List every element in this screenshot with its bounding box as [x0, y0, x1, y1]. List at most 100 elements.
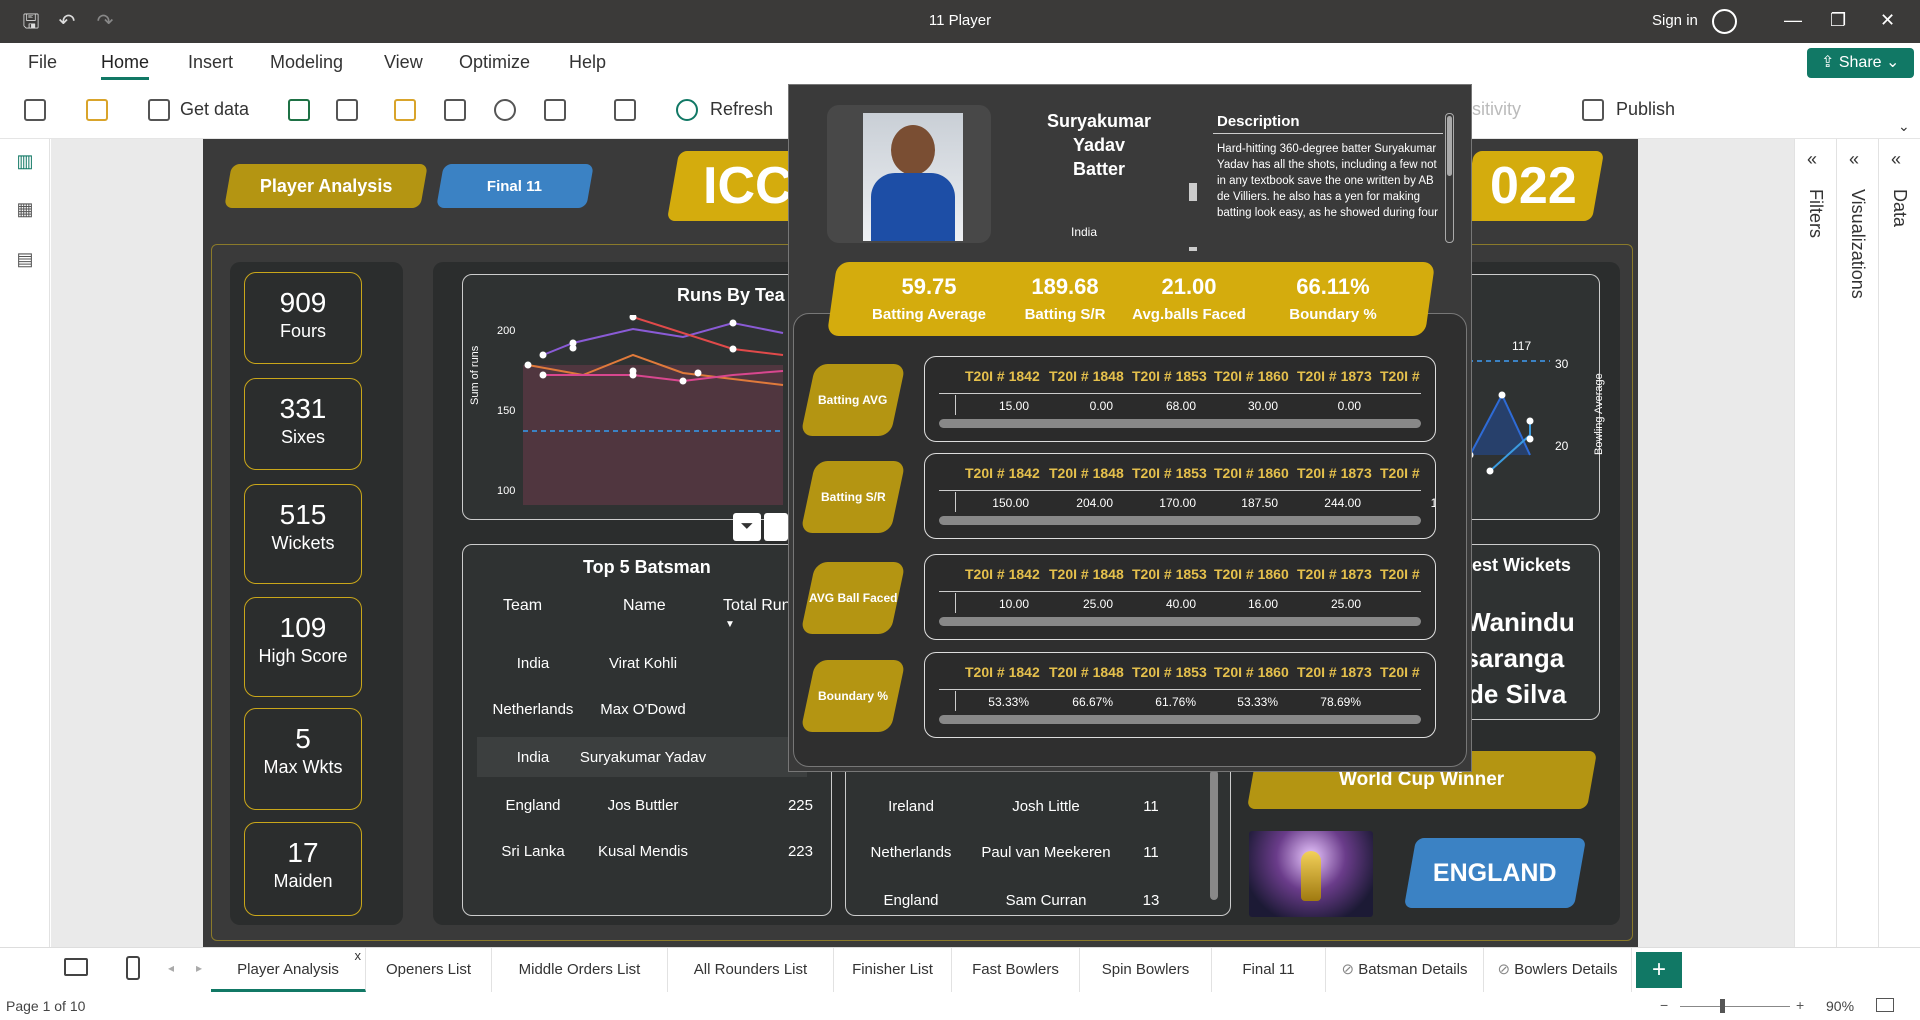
paste-icon[interactable] [24, 99, 46, 121]
collapse-data-icon[interactable]: « [1891, 149, 1901, 170]
collapse-visualizations-icon[interactable]: « [1849, 149, 1859, 170]
column-header[interactable]: Total Run [723, 597, 791, 615]
table-cell[interactable]: Max O'Dowd [563, 701, 723, 718]
collapse-ribbon-icon[interactable]: ⌄ [1898, 118, 1910, 135]
fit-to-page-icon[interactable] [1876, 998, 1894, 1012]
menu-view[interactable]: View [384, 52, 423, 73]
filter-icon[interactable]: ⏷ [733, 513, 761, 541]
description-scrollbar[interactable] [1445, 113, 1454, 243]
page-tab[interactable]: Player Analysis x [211, 948, 366, 992]
menu-file[interactable]: File [28, 52, 57, 73]
final11-nav-button[interactable]: Final 11 [436, 164, 594, 208]
bowlers-table[interactable]: Ireland Josh Little 11 Netherlands Paul van … [845, 770, 1231, 916]
menu-help[interactable]: Help [569, 52, 606, 73]
zoom-slider[interactable] [1680, 1006, 1790, 1007]
axis-tick [955, 395, 956, 415]
recent-sources-icon[interactable] [544, 99, 566, 121]
model-view-icon[interactable]: ▤ [14, 249, 36, 269]
zoom-out-icon[interactable]: − [1660, 997, 1668, 1013]
report-view-icon[interactable]: ▥ [14, 151, 36, 171]
table-cell[interactable]: 11 [1116, 844, 1186, 861]
restore-icon[interactable]: ❐ [1830, 10, 1846, 31]
sql-icon[interactable] [394, 99, 416, 121]
player-name-line: Wanindu [1466, 607, 1575, 637]
sort-desc-icon[interactable]: ▼ [725, 619, 735, 630]
match-values-card[interactable]: T20I # 1842 150.00 T20I # 1848 204.00 T20I #… [924, 453, 1436, 539]
minimize-icon[interactable]: — [1784, 10, 1802, 31]
database-icon[interactable] [148, 99, 170, 121]
close-icon[interactable]: ✕ [1880, 10, 1895, 31]
column-header[interactable]: Name [623, 597, 666, 615]
focus-mode-icon[interactable] [764, 513, 788, 541]
visualizations-pane[interactable]: « Visualizations [1836, 139, 1878, 947]
datahub-icon[interactable] [336, 99, 358, 121]
table-cell[interactable]: 13 [1116, 892, 1186, 909]
page-tab[interactable]: Finisher List [834, 948, 952, 992]
match-values-card[interactable]: T20I # 1842 15.00 T20I # 1848 0.00 T20I # 18… [924, 356, 1436, 442]
page-tab[interactable]: Final 11 [1212, 948, 1326, 992]
table-cell[interactable]: Virat Kohli [563, 655, 723, 672]
publish-icon[interactable] [1582, 99, 1604, 121]
match-header: T20I # 1848 [1049, 566, 1124, 582]
menu-home[interactable]: Home [101, 52, 150, 80]
format-painter-icon[interactable] [86, 99, 108, 121]
avatar-icon[interactable] [1712, 9, 1737, 34]
menu-modeling[interactable]: Modeling [270, 52, 343, 73]
page-tab[interactable]: Openers List [366, 948, 492, 992]
menu-optimize[interactable]: Optimize [459, 52, 530, 73]
close-tab-icon[interactable]: x [355, 934, 362, 978]
column-header[interactable]: Team [503, 597, 542, 615]
refresh-button[interactable]: Refresh [710, 99, 773, 120]
page-tab[interactable]: Fast Bowlers [952, 948, 1080, 992]
page-tab[interactable]: Spin Bowlers [1080, 948, 1212, 992]
match-values-card[interactable]: T20I # 1842 53.33% T20I # 1848 66.67% T20I #… [924, 652, 1436, 738]
table-cell[interactable]: 11 [1116, 798, 1186, 815]
runs-by-team-chart[interactable]: Runs By Tea Sum of runs 200 150 100 [462, 274, 798, 520]
data-pane[interactable]: « Data [1878, 139, 1920, 947]
add-page-button[interactable]: + [1636, 952, 1682, 988]
table-scrollbar[interactable] [1210, 770, 1218, 900]
excel-icon[interactable] [288, 99, 310, 121]
table-view-icon[interactable]: ▦ [14, 199, 36, 219]
match-values-card[interactable]: T20I # 1842 10.00 T20I # 1848 25.00 T20I # 1… [924, 554, 1436, 640]
bowling-average-chart[interactable]: 117 30 20 Bowling Average [1450, 274, 1605, 520]
match-header: T20I # 1848 [1049, 664, 1124, 680]
horizontal-scrollbar[interactable] [939, 516, 1421, 525]
menu-insert[interactable]: Insert [188, 52, 233, 73]
publish-button[interactable]: Publish [1616, 99, 1675, 120]
enter-data-icon[interactable] [444, 99, 466, 121]
page-tab-label: Bowlers Details [1514, 961, 1618, 978]
table-cell[interactable]: Kusal Mendis [563, 843, 723, 860]
get-data-button[interactable]: Get data [180, 99, 249, 120]
page-tab[interactable]: All Rounders List [668, 948, 834, 992]
horizontal-scrollbar[interactable] [939, 419, 1421, 428]
page-tab[interactable]: Middle Orders List [492, 948, 668, 992]
share-button[interactable]: ⇪ Share ⌄ [1807, 48, 1914, 78]
player-analysis-nav-button[interactable]: Player Analysis [224, 164, 428, 208]
refresh-icon[interactable] [676, 99, 698, 121]
horizontal-scrollbar[interactable] [939, 617, 1421, 626]
tab-scroll-right-icon[interactable]: ▸ [196, 961, 202, 975]
table-cell[interactable]: 223 [713, 843, 813, 860]
table-cell[interactable]: Jos Buttler [563, 797, 723, 814]
desktop-layout-icon[interactable] [64, 958, 88, 976]
tab-scroll-left-icon[interactable]: ◂ [168, 961, 174, 975]
zoom-in-icon[interactable]: + [1796, 997, 1804, 1013]
transform-icon[interactable] [614, 99, 636, 121]
match-header: T20I # 1848 [1049, 465, 1124, 481]
top5-batsman-table[interactable]: Top 5 Batsman Team Name Total Run ▼ Indi… [462, 544, 832, 916]
table-cell[interactable]: 225 [713, 797, 813, 814]
match-header: T20I # [1380, 465, 1420, 481]
filters-pane[interactable]: « Filters [1794, 139, 1836, 947]
collapse-filters-icon[interactable]: « [1807, 149, 1817, 170]
dataverse-icon[interactable] [494, 99, 516, 121]
page-tab[interactable]: ⊘ Bowlers Details [1484, 948, 1632, 992]
y-tick: 200 [497, 325, 516, 337]
mobile-layout-icon[interactable] [126, 956, 140, 980]
horizontal-scrollbar[interactable] [939, 715, 1421, 724]
zoom-slider-thumb[interactable] [1720, 999, 1725, 1013]
table-cell[interactable]: Suryakumar Yadav [563, 749, 723, 766]
page-tab[interactable]: ⊘ Batsman Details [1326, 948, 1484, 992]
sign-in-link[interactable]: Sign in [1652, 12, 1698, 29]
scroll-thumb[interactable] [1447, 116, 1452, 176]
